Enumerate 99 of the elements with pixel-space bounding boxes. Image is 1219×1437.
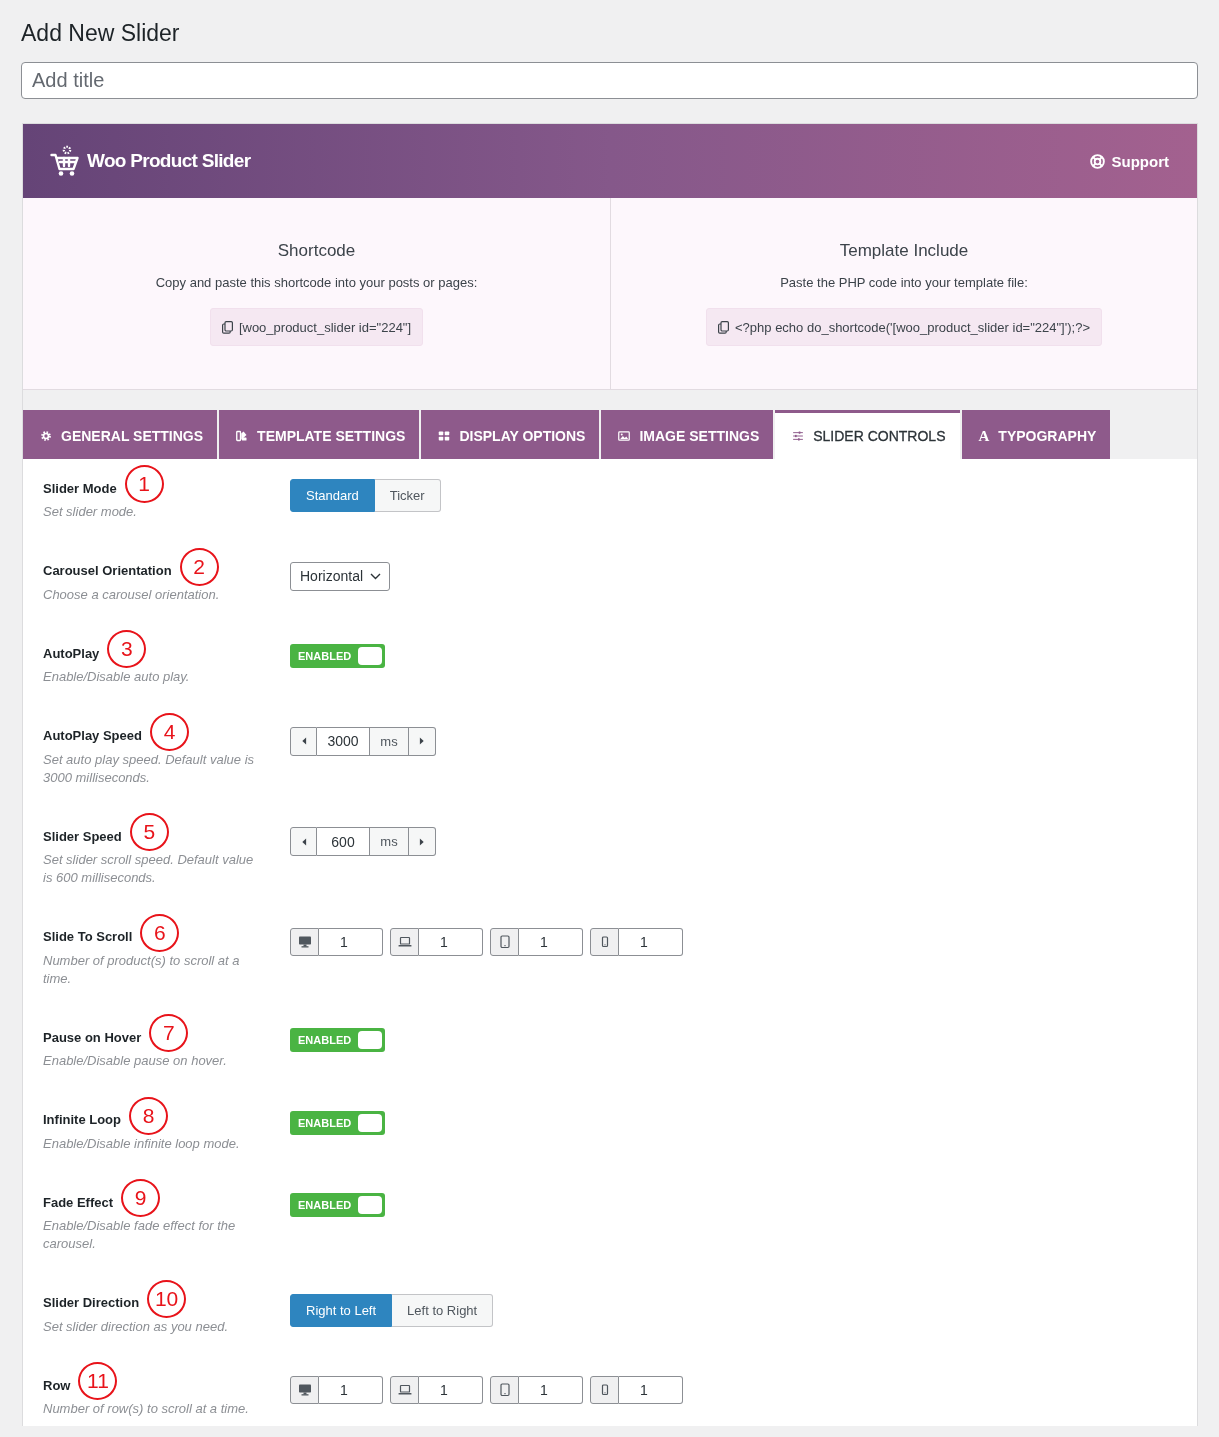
unit-label: ms (370, 827, 409, 856)
support-link[interactable]: Support (1089, 152, 1169, 170)
callout-number: 4 (149, 712, 189, 751)
settings-tab[interactable]: A TYPOGRAPHY (961, 410, 1111, 459)
section-heading: Template Include (839, 240, 969, 262)
setting-label: Row (43, 1377, 71, 1393)
mobile-icon (590, 927, 619, 956)
caret-left-icon (300, 736, 307, 746)
cart-icon (50, 145, 80, 177)
page-title: Add New Slider (21, 19, 181, 48)
chevron-down-icon (370, 572, 381, 580)
number-input[interactable]: 1 (319, 927, 383, 956)
setting-label: Infinite Loop (43, 1112, 121, 1127)
increment-button[interactable] (409, 827, 436, 856)
option-button[interactable]: Left to Right (392, 1293, 494, 1327)
number-input[interactable]: 1 (619, 927, 683, 956)
settings-tab[interactable]: TEMPLATE SETTINGS (219, 410, 420, 459)
callout-number: 9 (121, 1179, 161, 1217)
setting-description: Number of row(s) to scroll at a time. (43, 1400, 250, 1418)
shortcode-text: <?php echo do_shortcode('[woo_product_slider id="224"]');?> (735, 319, 1090, 335)
toggle-handle[interactable] (358, 1031, 382, 1049)
tablet-icon (490, 1376, 519, 1404)
setting-description: Enable/Disable fade effect for the carousel. (43, 1217, 237, 1253)
setting-description: Enable/Disable infinite loop mode. (43, 1134, 241, 1153)
decrement-button[interactable] (290, 827, 317, 856)
setting-label: Slider Mode (43, 480, 117, 496)
callout-number: 1 (124, 465, 164, 503)
setting-label: Slider Direction (43, 1295, 140, 1310)
setting-description: Enable/Disable auto play. (43, 668, 191, 686)
number-input[interactable]: 1 (419, 927, 483, 956)
title-input[interactable]: Add title (21, 62, 1198, 99)
callout-number: 11 (78, 1362, 118, 1400)
copy-icon (221, 320, 233, 334)
section-heading: Shortcode (277, 240, 356, 262)
tablet-icon (490, 927, 519, 956)
option-button[interactable]: Standard (290, 479, 375, 512)
font-icon: A (978, 428, 990, 444)
callout-number: 3 (107, 630, 147, 668)
toggle-handle[interactable] (358, 1196, 382, 1214)
shortcode-block[interactable]: [woo_product_slider id="224"] (209, 308, 424, 346)
setting-description: Set slider scroll speed. Default value is 600 milliseconds. (43, 851, 255, 887)
caret-right-icon (419, 836, 425, 847)
option-button[interactable]: Ticker (374, 479, 441, 512)
number-input[interactable]: 1 (519, 1376, 583, 1404)
laptop-icon (390, 1376, 419, 1404)
option-button[interactable]: Right to Left (290, 1293, 393, 1327)
number-input[interactable]: 1 (319, 1376, 383, 1404)
callout-number: 2 (179, 547, 219, 586)
callout-number: 8 (129, 1096, 168, 1135)
setting-description: Enable/Disable pause on hover. (43, 1052, 228, 1070)
number-input[interactable]: 1 (519, 927, 583, 956)
setting-label: AutoPlay Speed (43, 728, 142, 743)
caret-right-icon (419, 736, 425, 746)
setting-label: AutoPlay (43, 645, 100, 661)
settings-tab[interactable]: DISPLAY OPTIONS (421, 410, 600, 459)
number-input[interactable]: 1 (419, 1376, 483, 1404)
toggle-handle[interactable] (358, 647, 382, 665)
setting-description: Set slider mode. (43, 503, 138, 521)
setting-description: Set slider direction as you need. (43, 1317, 229, 1336)
callout-number: 6 (140, 913, 180, 952)
setting-label: Pause on Hover (43, 1029, 142, 1045)
increment-button[interactable] (409, 726, 436, 756)
laptop-icon (390, 927, 419, 956)
shortcode-block[interactable]: <?php echo do_shortcode('[woo_product_slider id="224"]');?> (706, 308, 1102, 346)
grid-icon (438, 430, 451, 442)
gear-icon (40, 430, 52, 442)
section-hint: Copy and paste this shortcode into your posts or pages: (155, 274, 478, 292)
unit-label: ms (370, 726, 409, 756)
orientation-select[interactable]: Horizontal (290, 561, 390, 591)
desktop-icon (290, 1376, 319, 1404)
copy-icon (718, 320, 729, 334)
number-input[interactable]: 600 (317, 827, 370, 856)
callout-number: 5 (129, 813, 169, 851)
setting-description: Choose a carousel orientation. (43, 585, 221, 604)
callout-number: 7 (149, 1014, 189, 1052)
desktop-icon (290, 927, 319, 956)
sliders-icon (792, 430, 805, 442)
mobile-icon (590, 1376, 619, 1404)
section-hint: Paste the PHP code into your template file: (780, 274, 1028, 292)
number-input[interactable]: 3000 (317, 726, 370, 756)
setting-label: Carousel Orientation (43, 563, 172, 578)
callout-number: 10 (147, 1279, 187, 1318)
setting-label: Slider Speed (43, 828, 122, 844)
image-icon (618, 430, 631, 442)
lifebuoy-icon (1089, 153, 1105, 169)
brush-icon (236, 430, 249, 442)
setting-label: Slide To Scroll (43, 929, 133, 944)
decrement-button[interactable] (290, 726, 317, 756)
setting-description: Number of product(s) to scroll at a time. (43, 951, 241, 988)
number-input[interactable]: 1 (619, 1376, 683, 1404)
setting-label: Fade Effect (43, 1194, 114, 1210)
settings-tab[interactable]: SLIDER CONTROLS (775, 410, 960, 459)
caret-left-icon (300, 836, 307, 847)
brand-title: Woo Product Slider (87, 150, 251, 172)
settings-tab[interactable]: IMAGE SETTINGS (601, 410, 774, 459)
shortcode-text: [woo_product_slider id="224"] (238, 319, 412, 335)
setting-description: Set auto play speed. Default value is 3000 milliseconds. (43, 750, 256, 787)
toggle-handle[interactable] (358, 1113, 382, 1132)
settings-tab[interactable]: GENERAL SETTINGS (23, 410, 218, 459)
